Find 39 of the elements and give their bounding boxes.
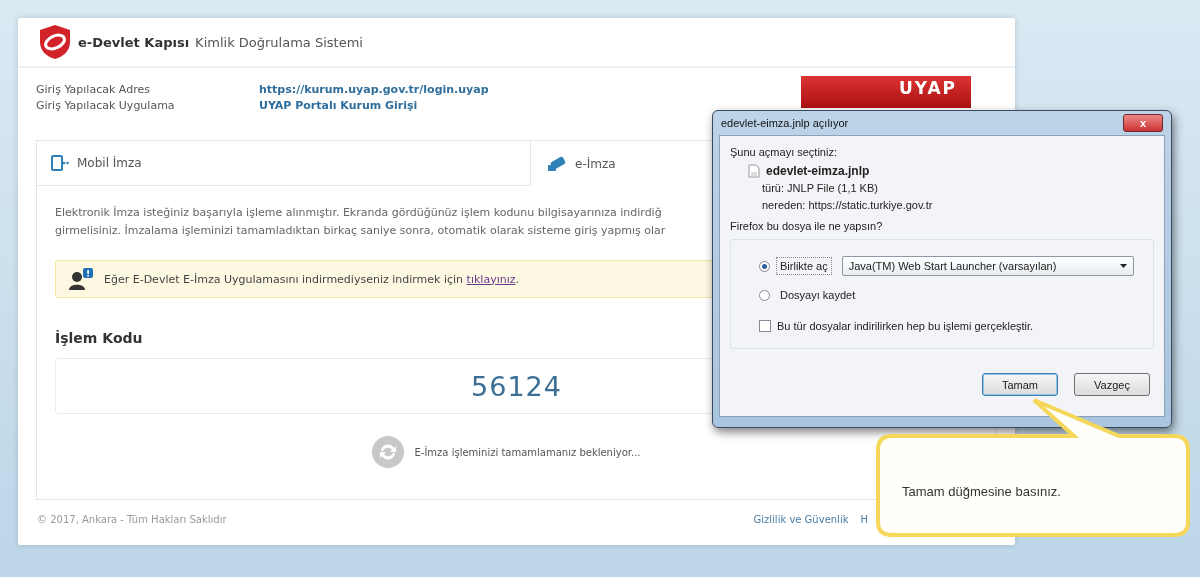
info-value: UYAP Portalı Kurum Girişi xyxy=(259,98,419,114)
footer-link[interactable]: Gizlilik ve Güvenlik xyxy=(753,514,849,525)
app-dropdown[interactable]: Java(TM) Web Start Launcher (varsayılan) xyxy=(841,256,1134,276)
file-source: nereden: https://static.turkiye.gov.tr xyxy=(762,198,934,213)
close-button[interactable]: x xyxy=(1123,114,1163,132)
checkbox[interactable] xyxy=(759,320,771,332)
dialog-intro: Şunu açmayı seçtiniz: xyxy=(730,145,838,160)
group-title: Firefox bu dosya ile ne yapsın? xyxy=(730,219,884,234)
file-icon xyxy=(748,164,760,178)
file-name: edevlet-eimza.jnlp xyxy=(766,164,870,178)
user-alert-icon xyxy=(68,268,94,290)
radio-label[interactable]: Birlikte aç xyxy=(776,257,832,275)
waiting-text: E-İmza işleminizi tamamlamanız bekleniyor... xyxy=(414,446,641,458)
copyright-text: © 2017, Ankara - Tüm Hakları Saklıdır xyxy=(37,514,227,525)
file-type: türü: JNLP File (1,1 KB) xyxy=(762,181,879,196)
spinner-icon xyxy=(372,436,405,468)
checkbox-label[interactable]: Bu tür dosyalar indirilirken hep bu işlemi gerçekleştir. xyxy=(777,320,1034,332)
brand-name: e-Devlet Kapısı xyxy=(78,34,190,50)
uyap-banner: UYAP xyxy=(801,76,971,108)
logo-icon xyxy=(38,24,72,60)
message-text: girmelisiniz. İmzalama işleminizi tamamladıktan birkaç saniye sonra, otomatik olarak sisteme giriş yapmış olar xyxy=(55,223,666,239)
dialog-button[interactable]: Vazgeç xyxy=(1074,373,1150,396)
radio-button[interactable] xyxy=(759,289,770,301)
footer-link[interactable]: H xyxy=(860,514,868,525)
phone-icon xyxy=(51,155,69,171)
radio-label[interactable]: Dosyayı kaydet xyxy=(776,286,860,304)
message-text: Elektronik İmza isteğiniz başarıyla işleme alınmıştır. Ekranda gördüğünüz işlem kodunu bilgisayarınıza indirdiğ xyxy=(55,205,662,221)
page-title: Kimlik Doğrulama Sistemi xyxy=(195,34,363,50)
code-label: İşlem Kodu xyxy=(55,330,144,346)
notice-text: Eğer E-Devlet E-İmza Uygulamasını indirmediyseniz indirmek için tıklayınız. xyxy=(104,272,519,286)
dialog-title: edevlet-eimza.jnlp açılıyor xyxy=(721,117,849,129)
info-value: https://kurum.uyap.gov.tr/login.uyap xyxy=(259,82,489,98)
info-label: Giriş Yapılacak Uygulama xyxy=(36,98,176,114)
info-label: Giriş Yapılacak Adres xyxy=(36,82,151,98)
dialog-button[interactable]: Tamam xyxy=(982,373,1058,396)
download-link[interactable]: tıklayınız xyxy=(466,272,516,286)
radio-button[interactable] xyxy=(759,260,770,272)
caret-icon xyxy=(1119,264,1127,268)
callout-text: Tamam düğmesine basınız. xyxy=(902,484,1061,499)
